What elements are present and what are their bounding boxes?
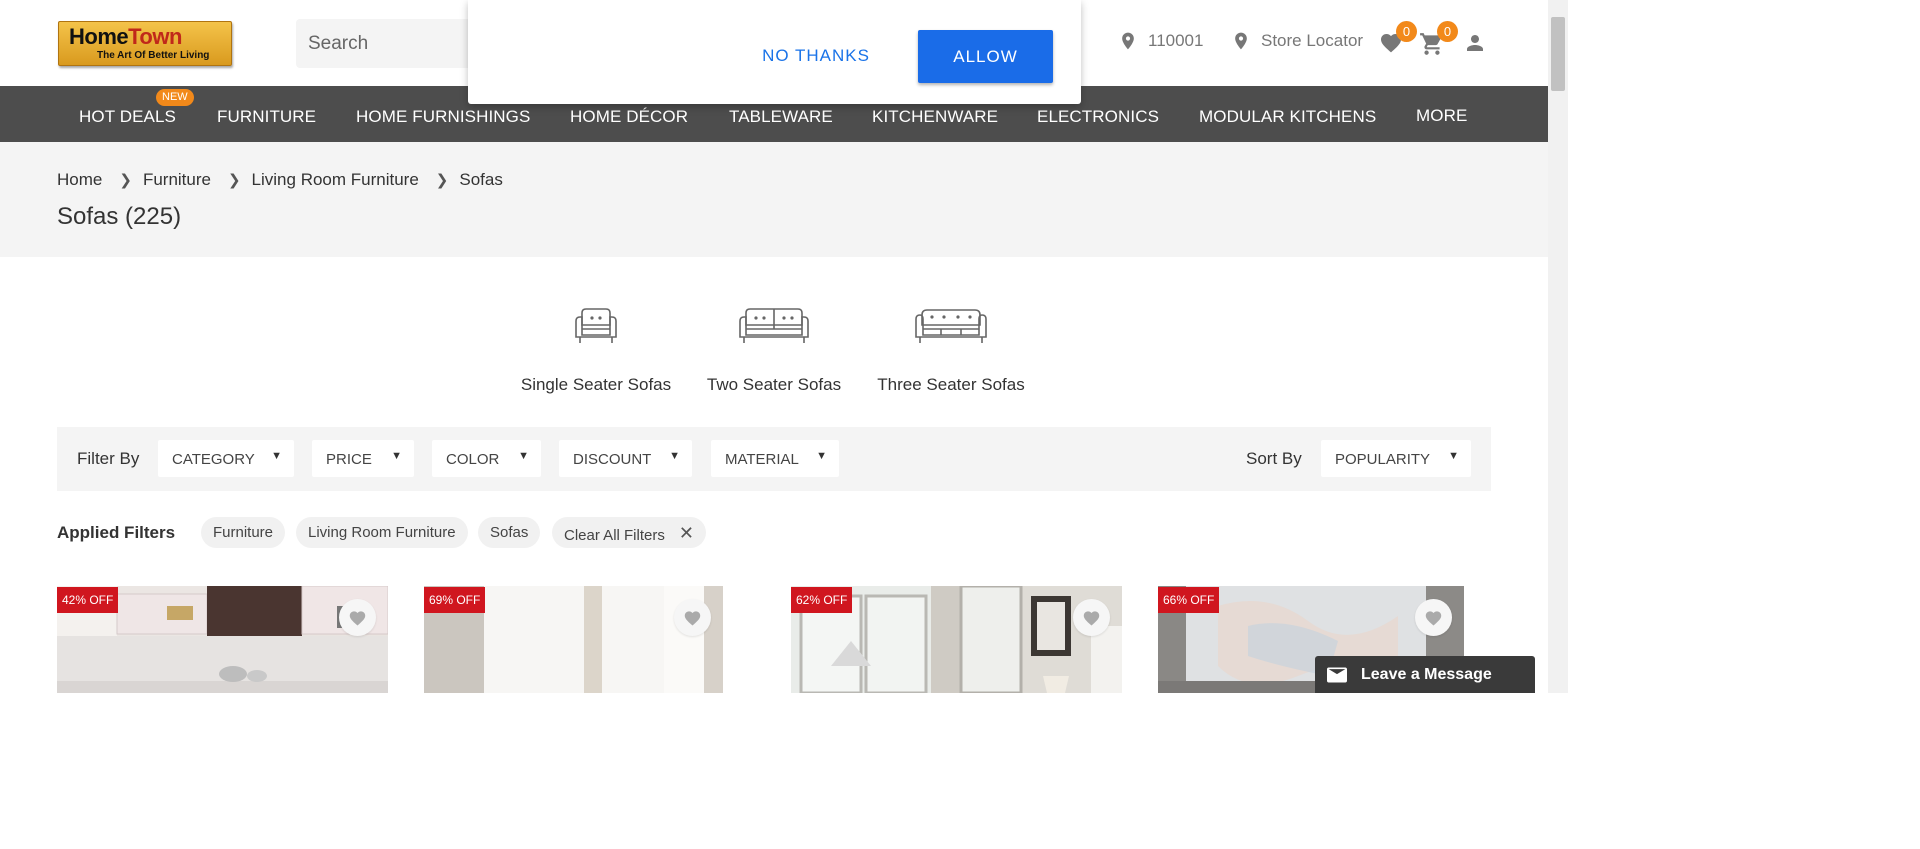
filter-discount-dropdown[interactable]: DISCOUNT ▼ <box>559 440 692 477</box>
discount-badge: 42% OFF <box>57 587 119 613</box>
dropdown-label: MATERIAL <box>725 451 799 468</box>
notification-permission-dialog: NO THANKS ALLOW <box>468 0 1081 104</box>
breadcrumb-furniture[interactable]: Furniture <box>143 170 211 190</box>
caret-down-icon: ▼ <box>669 450 680 462</box>
heart-icon <box>349 611 366 626</box>
chat-label: Leave a Message <box>1361 665 1492 683</box>
allow-button[interactable]: ALLOW <box>918 30 1053 83</box>
nav-item-home-decor[interactable]: HOME DÉCOR <box>570 107 688 127</box>
leave-a-message-widget[interactable]: Leave a Message <box>1315 656 1535 693</box>
pincode-label: 110001 <box>1148 31 1204 50</box>
filter-color-dropdown[interactable]: COLOR ▼ <box>432 440 541 477</box>
category-single-seater[interactable]: Single Seater Sofas <box>516 305 676 395</box>
filter-chip-furniture[interactable]: Furniture <box>201 517 286 548</box>
cart-button[interactable]: 0 <box>1419 21 1458 57</box>
breadcrumb: Home ❯ Furniture ❯ Living Room Furniture… <box>57 170 503 190</box>
heart-icon <box>1425 611 1442 626</box>
filter-category-dropdown[interactable]: CATEGORY ▼ <box>158 440 294 477</box>
category-label: Three Seater Sofas <box>877 375 1025 394</box>
wishlist-button[interactable]: 0 <box>1378 21 1417 55</box>
cart-count-badge: 0 <box>1437 21 1458 42</box>
breadcrumb-home[interactable]: Home <box>57 170 102 190</box>
filter-material-dropdown[interactable]: MATERIAL ▼ <box>711 440 839 477</box>
nav-item-tableware[interactable]: TABLEWARE <box>729 107 833 127</box>
chevron-right-icon: ❯ <box>435 172 449 189</box>
close-icon: ✕ <box>678 523 694 543</box>
caret-down-icon: ▼ <box>816 450 827 462</box>
pincode-selector[interactable]: 110001 <box>1118 28 1203 54</box>
envelope-icon <box>1327 667 1347 682</box>
caret-down-icon: ▼ <box>391 450 402 462</box>
add-to-wishlist-button[interactable] <box>1073 599 1110 636</box>
dropdown-label: PRICE <box>326 451 372 468</box>
chevron-right-icon: ❯ <box>119 172 132 189</box>
discount-badge: 69% OFF <box>424 587 486 613</box>
clear-all-label: Clear All Filters <box>564 527 665 544</box>
filter-chip-sofas[interactable]: Sofas <box>478 517 541 548</box>
nav-item-electronics[interactable]: ELECTRONICS <box>1037 107 1159 127</box>
category-label: Two Seater Sofas <box>706 375 842 394</box>
page-header-band: Home ❯ Furniture ❯ Living Room Furniture… <box>0 142 1548 257</box>
dropdown-label: COLOR <box>446 451 500 468</box>
single-seater-sofa-icon <box>575 308 617 343</box>
sort-by-label: Sort By <box>1246 449 1302 468</box>
user-icon <box>1467 35 1483 51</box>
add-to-wishlist-button[interactable] <box>339 599 376 636</box>
location-pin-icon <box>1235 32 1247 50</box>
dropdown-label: POPULARITY <box>1335 451 1431 468</box>
filter-bar: Filter By CATEGORY ▼ PRICE ▼ COLOR ▼ DISCOU… <box>57 427 1491 491</box>
breadcrumb-sofas: Sofas <box>459 170 503 189</box>
chevron-right-icon: ❯ <box>227 172 241 189</box>
nav-item-modular-kitchens[interactable]: MODULAR KITCHENS <box>1199 107 1376 127</box>
filter-chip-living-room-furniture[interactable]: Living Room Furniture <box>296 517 468 548</box>
page: HomeTown The Art Of Better Living 110001… <box>0 0 1568 693</box>
applied-filters-label: Applied Filters <box>57 523 176 542</box>
two-seater-sofa-icon <box>739 308 809 343</box>
scrollbar-track[interactable] <box>1548 0 1568 693</box>
heart-icon <box>684 611 701 626</box>
scrollbar-thumb[interactable] <box>1551 17 1565 91</box>
category-two-seater[interactable]: Two Seater Sofas <box>700 305 848 395</box>
heart-icon <box>1083 611 1100 626</box>
caret-down-icon: ▼ <box>518 450 529 462</box>
breadcrumb-living-room-furniture[interactable]: Living Room Furniture <box>252 170 419 190</box>
add-to-wishlist-button[interactable] <box>1415 599 1452 636</box>
no-thanks-button[interactable]: NO THANKS <box>752 30 880 82</box>
sort-dropdown[interactable]: POPULARITY ▼ <box>1321 440 1471 477</box>
product-card[interactable]: 42% OFF <box>57 586 388 693</box>
hometown-logo[interactable]: HomeTown The Art Of Better Living <box>58 21 232 66</box>
filter-price-dropdown[interactable]: PRICE ▼ <box>312 440 414 477</box>
page-title: Sofas (225) <box>57 203 182 230</box>
nav-item-more[interactable]: MORE <box>1416 106 1467 126</box>
account-button[interactable] <box>1463 31 1487 55</box>
category-label: Single Seater Sofas <box>520 375 672 394</box>
new-badge: NEW <box>156 89 194 106</box>
wishlist-count-badge: 0 <box>1396 21 1417 42</box>
product-card[interactable]: 69% OFF <box>424 586 723 693</box>
filter-by-label: Filter By <box>77 449 140 468</box>
logo-text-accent: Town <box>128 24 182 49</box>
caret-down-icon: ▼ <box>271 450 282 462</box>
discount-badge: 66% OFF <box>1158 587 1220 613</box>
caret-down-icon: ▼ <box>1448 450 1459 462</box>
dropdown-label: CATEGORY <box>172 451 255 468</box>
logo-text: Home <box>69 24 129 49</box>
logo-tagline: The Art Of Better Living <box>97 50 210 61</box>
store-locator-link[interactable]: Store Locator <box>1231 28 1363 54</box>
category-three-seater[interactable]: Three Seater Sofas <box>872 305 1030 395</box>
clear-all-filters-button[interactable]: Clear All Filters ✕ <box>552 517 706 548</box>
product-card[interactable]: 62% OFF <box>791 586 1122 693</box>
nav-item-kitchenware[interactable]: KITCHENWARE <box>872 107 998 127</box>
nav-item-hot-deals[interactable]: HOT DEALS <box>79 107 176 127</box>
nav-item-furniture[interactable]: FURNITURE <box>217 107 316 127</box>
nav-item-home-furnishings[interactable]: HOME FURNISHINGS <box>356 107 530 127</box>
three-seater-sofa-icon <box>915 309 987 343</box>
store-locator-label: Store Locator <box>1261 31 1364 50</box>
dropdown-label: DISCOUNT <box>573 451 652 468</box>
add-to-wishlist-button[interactable] <box>674 599 711 636</box>
discount-badge: 62% OFF <box>791 587 853 613</box>
location-pin-icon <box>1122 32 1134 50</box>
